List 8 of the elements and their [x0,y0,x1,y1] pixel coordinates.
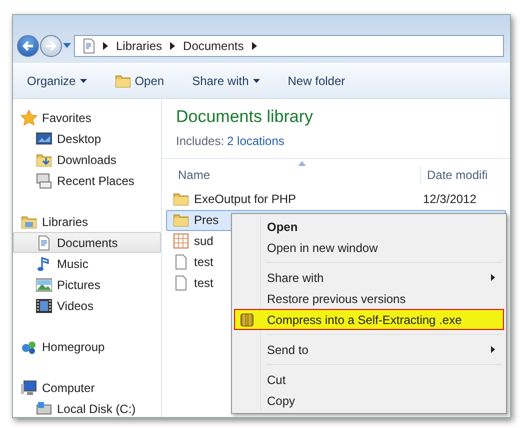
file-name: sud [194,233,214,250]
file-name: test [194,254,214,271]
library-title: Documents library [175,106,314,128]
file-date: 12/3/2012 [423,191,478,208]
includes-label: Includes: [176,134,224,148]
file-name: ExeOutput for PHP [194,191,296,208]
file-name: Pres [194,212,219,229]
file-name: test [194,275,214,292]
